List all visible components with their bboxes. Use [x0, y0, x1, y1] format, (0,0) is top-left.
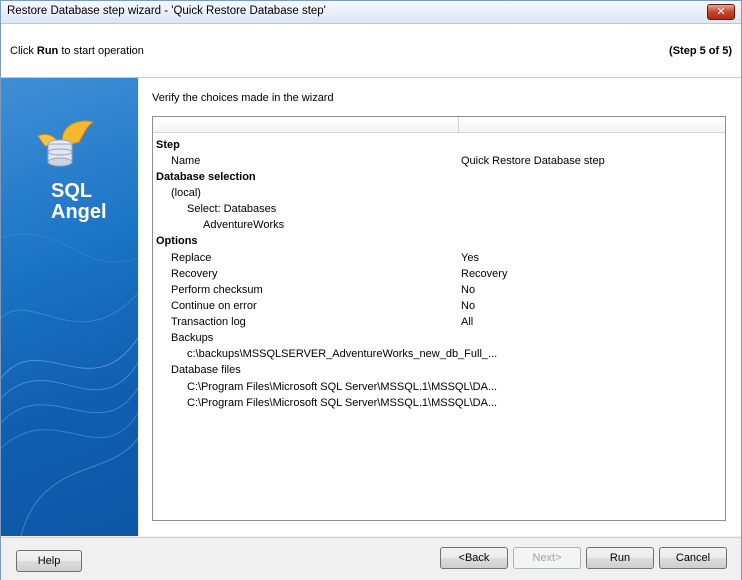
group-database-selection[interactable]: Database selection — [156, 169, 256, 185]
window-title: Restore Database step wizard - 'Quick Re… — [7, 5, 326, 17]
step-indicator: (Step 5 of 5) — [669, 45, 732, 57]
verify-text: Verify the choices made in the wizard — [152, 92, 334, 104]
list-header — [153, 117, 725, 133]
row-txlog-label[interactable]: Transaction log — [171, 314, 246, 330]
title-bar[interactable]: Restore Database step wizard - 'Quick Re… — [1, 1, 741, 24]
row-local-server[interactable]: (local) — [171, 185, 201, 201]
row-txlog-value: All — [461, 316, 474, 328]
wizard-header: Click Run to start operation (Step 5 of … — [1, 24, 741, 78]
row-dbfile-2[interactable]: C:\Program Files\Microsoft SQL Server\MS… — [187, 395, 497, 411]
row-replace-label[interactable]: Replace — [171, 250, 211, 266]
row-backup-path[interactable]: c:\backups\MSSQLSERVER_AdventureWorks_ne… — [187, 346, 497, 362]
row-checksum-label[interactable]: Perform checksum — [171, 282, 263, 298]
close-icon: ✕ — [716, 6, 726, 18]
cancel-button[interactable]: Cancel — [659, 547, 727, 569]
instruction-run-word: Run — [36, 45, 59, 57]
instruction-suffix: to start operation — [58, 45, 144, 57]
header-instruction: Click Run to start operation — [10, 45, 144, 57]
side-banner: SQL Angel — [1, 78, 138, 536]
list-header-column-1[interactable] — [153, 117, 459, 132]
content-panel: Verify the choices made in the wizard St… — [139, 78, 741, 536]
row-recovery-label[interactable]: Recovery — [171, 266, 217, 282]
wizard-footer: Help <Back Next> Run Cancel — [1, 537, 741, 580]
group-step[interactable]: Step — [156, 137, 180, 153]
row-replace-value: Yes — [461, 252, 479, 264]
row-name-value: Quick Restore Database step — [461, 155, 605, 167]
sql-angel-logo-icon — [37, 120, 95, 167]
row-continue-label[interactable]: Continue on error — [171, 298, 257, 314]
row-recovery-value: Recovery — [461, 268, 508, 280]
logo-line-angel: Angel — [51, 201, 107, 223]
back-button[interactable]: <Back — [440, 547, 508, 569]
row-select-databases[interactable]: Select: Databases — [187, 201, 276, 217]
row-dbfiles-label[interactable]: Database files — [171, 362, 241, 378]
instruction-prefix: Click — [10, 45, 37, 57]
run-button[interactable]: Run — [586, 547, 654, 569]
next-button[interactable]: Next> — [513, 547, 581, 569]
row-dbfile-1[interactable]: C:\Program Files\Microsoft SQL Server\MS… — [187, 379, 497, 395]
row-continue-value: No — [461, 300, 476, 312]
close-button[interactable]: ✕ — [707, 4, 735, 20]
summary-tree-list[interactable]: Step Name Quick Restore Database step Da… — [152, 116, 726, 521]
help-button[interactable]: Help — [16, 550, 82, 572]
group-options[interactable]: Options — [156, 233, 198, 249]
row-name-label[interactable]: Name — [171, 153, 200, 169]
row-checksum-value: No — [461, 284, 476, 296]
row-backups-label[interactable]: Backups — [171, 330, 213, 346]
logo-line-sql: SQL — [51, 180, 93, 202]
wizard-window: Restore Database step wizard - 'Quick Re… — [0, 0, 742, 580]
row-adventureworks[interactable]: AdventureWorks — [203, 217, 284, 233]
